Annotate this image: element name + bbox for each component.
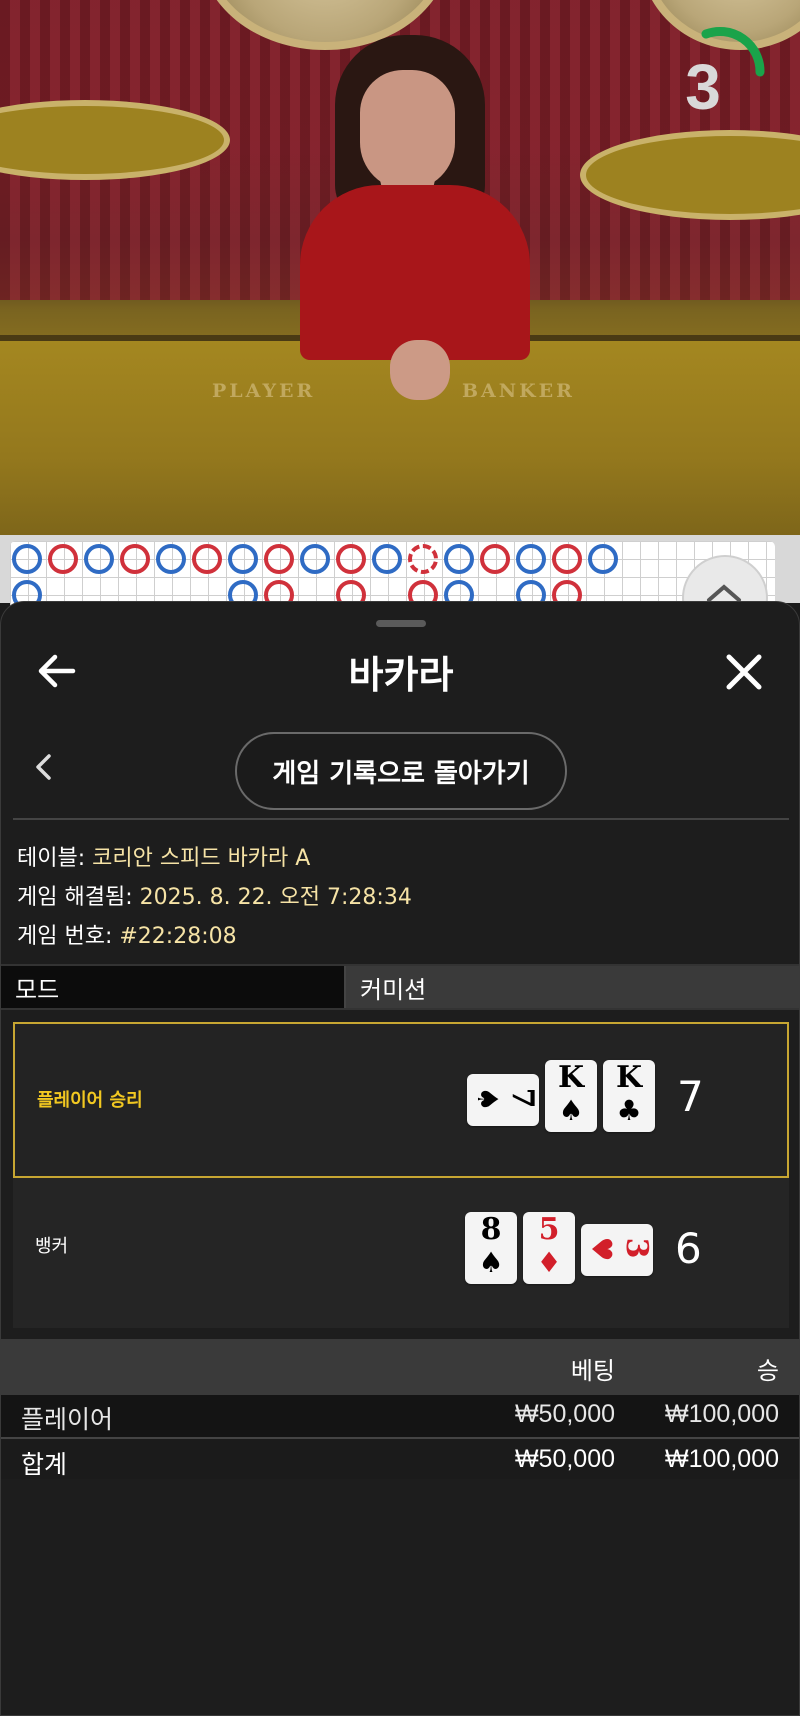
bead-banker	[264, 544, 294, 574]
bead-banker	[480, 544, 510, 574]
dealer-hands	[390, 340, 450, 400]
card-rank: 7	[505, 1087, 540, 1109]
banker-result-row: 뱅커 8 ♠ 5 ♦ 3 ♥ 6	[13, 1178, 789, 1328]
game-number-info: 게임 번호: #22:28:08	[17, 918, 237, 950]
tab-mode[interactable]: 모드	[1, 966, 346, 1008]
player-result-row: 플레이어 승리 7 ♠ K ♠ K ♣ 7	[13, 1022, 789, 1178]
card-suit-heart-icon: ♥	[585, 1236, 618, 1262]
total-bet-amount: ₩50,000	[514, 1445, 615, 1473]
close-icon[interactable]	[719, 647, 769, 697]
column-header-win: 승	[756, 1357, 779, 1385]
card-suit-spade-icon: ♠	[558, 1094, 584, 1127]
card-rank: 5	[538, 1212, 560, 1247]
bead-player	[516, 544, 546, 574]
table-label: 테이블:	[17, 846, 86, 871]
playing-card: 8 ♠	[465, 1212, 517, 1284]
bets-table-header: 베팅 승	[1, 1339, 799, 1395]
dealer-dress	[300, 185, 530, 360]
player-score: 7	[677, 1072, 704, 1121]
banker-score: 6	[675, 1224, 702, 1273]
banker-result-label: 뱅커	[35, 1236, 69, 1257]
bead-player	[84, 544, 114, 574]
resolved-label: 게임 해결됨:	[17, 885, 133, 910]
card-rank: K	[557, 1060, 585, 1095]
table-row-total: 합계 ₩50,000 ₩100,000	[1, 1437, 799, 1479]
card-rank: K	[615, 1060, 643, 1095]
bead-banker	[336, 544, 366, 574]
chevron-left-icon[interactable]	[29, 752, 59, 782]
card-suit-diamond-icon: ♦	[536, 1246, 562, 1279]
game-history-sheet: 바카라 게임 기록으로 돌아가기 테이블: 코리안 스피드 바카라 A 게임 해…	[0, 601, 800, 1716]
live-video-feed: PLAYER BANKER 3	[0, 0, 800, 535]
player-result-label: 플레이어 승리	[37, 1090, 143, 1111]
card-rank: 8	[480, 1212, 502, 1247]
playing-card: K ♣	[603, 1060, 655, 1132]
back-to-history-button[interactable]: 게임 기록으로 돌아가기	[235, 732, 567, 810]
countdown-number: 3	[685, 51, 721, 123]
tab-commission[interactable]: 커미션	[346, 966, 799, 1008]
bead-road-strip[interactable]	[0, 535, 800, 611]
bead-banker	[552, 544, 582, 574]
game-number-label: 게임 번호:	[17, 924, 113, 949]
playing-card: 5 ♦	[523, 1212, 575, 1284]
win-amount: ₩100,000	[665, 1400, 779, 1428]
bead-banker	[192, 544, 222, 574]
bead-player	[588, 544, 618, 574]
bead-player	[372, 544, 402, 574]
bead-player	[444, 544, 474, 574]
felt-label-banker: BANKER	[462, 380, 575, 402]
bead-banker-predict	[408, 544, 438, 574]
bead-banker	[48, 544, 78, 574]
card-suit-club-icon: ♣	[616, 1094, 642, 1127]
divider	[13, 818, 789, 820]
total-win-amount: ₩100,000	[665, 1445, 779, 1473]
bet-amount: ₩50,000	[514, 1400, 615, 1428]
chevron-up-icon	[707, 584, 741, 602]
column-header-bet: 베팅	[570, 1357, 615, 1385]
dealer-face	[360, 70, 455, 190]
resolved-value: 2025. 8. 22. 오전 7:28:34	[139, 885, 412, 910]
card-suit-spade-icon: ♠	[471, 1086, 504, 1112]
bead-player	[12, 544, 42, 574]
playing-card: 3 ♥	[581, 1224, 654, 1276]
playing-card: K ♠	[545, 1060, 597, 1132]
card-rank: 3	[619, 1237, 654, 1259]
sheet-title: 바카라	[348, 653, 454, 697]
bead-banker	[120, 544, 150, 574]
resolved-info: 게임 해결됨: 2025. 8. 22. 오전 7:28:34	[17, 879, 412, 911]
total-label: 합계	[21, 1451, 68, 1479]
felt-label-player: PLAYER	[212, 380, 316, 402]
bet-name: 플레이어	[21, 1406, 114, 1434]
bead-player	[228, 544, 258, 574]
table-info: 테이블: 코리안 스피드 바카라 A	[17, 840, 310, 872]
bead-player	[156, 544, 186, 574]
table-value: 코리안 스피드 바카라 A	[92, 846, 311, 871]
mode-tabs: 모드 커미션	[1, 964, 799, 1010]
playing-card: 7 ♠	[467, 1074, 540, 1126]
table-row: 플레이어 ₩50,000 ₩100,000	[1, 1395, 799, 1437]
sheet-drag-handle[interactable]	[376, 620, 426, 627]
bead-player	[300, 544, 330, 574]
game-number-value: #22:28:08	[119, 924, 237, 949]
card-suit-spade-icon: ♠	[478, 1246, 504, 1279]
